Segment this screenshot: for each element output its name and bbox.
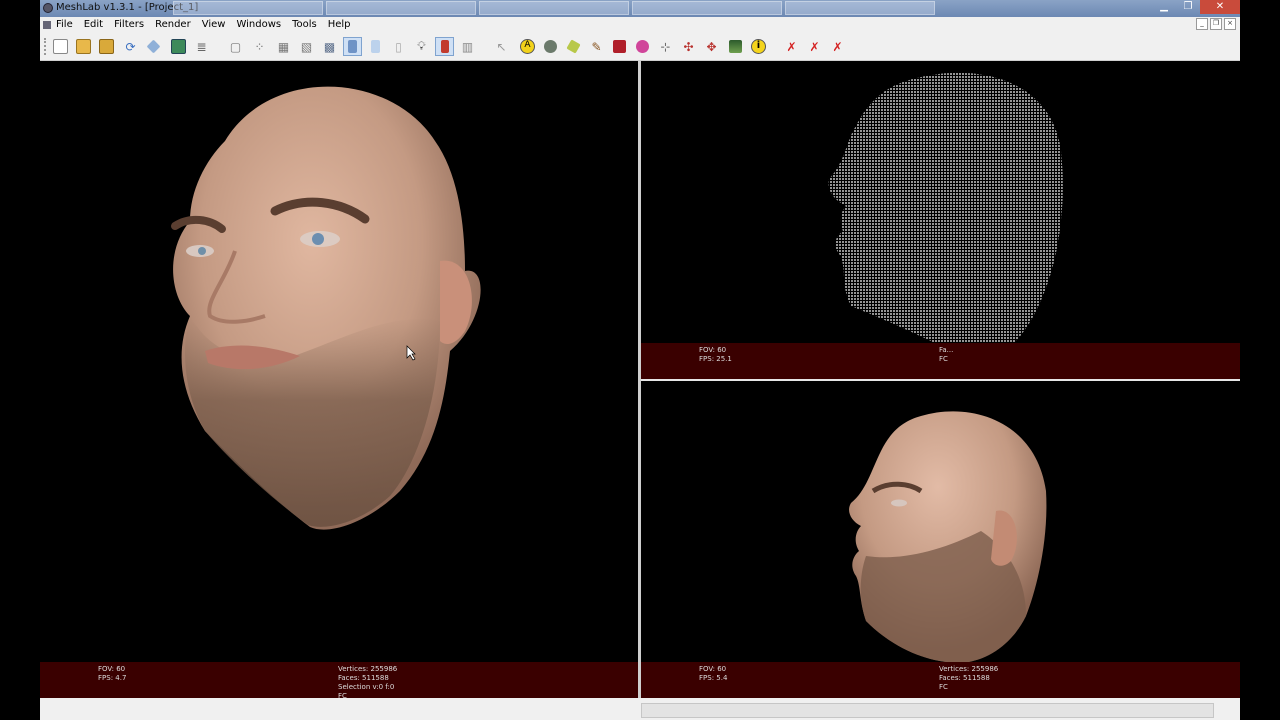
menu-help[interactable]: Help	[328, 19, 351, 30]
fov-readout: FOV: 60	[699, 665, 727, 673]
fps-readout: FPS: 5.4	[699, 674, 728, 682]
mdi-controls: _ ❐ ×	[1196, 18, 1236, 30]
fps-readout: FPS: 25.1	[699, 355, 732, 363]
ghost-tab	[785, 1, 935, 15]
open-project-icon[interactable]	[97, 37, 116, 56]
document-icon	[43, 21, 51, 29]
align-icon[interactable]: ⊹	[656, 37, 675, 56]
point-cloud-info-bar: FOV: 60 FPS: 25.1 Fa... FC	[641, 343, 1240, 379]
fov-readout: FOV: 60	[699, 346, 727, 354]
wireframe-icon[interactable]: ▦	[274, 37, 293, 56]
point-cloud-viewport[interactable]: FOV: 60 FPS: 25.1 Fa... FC	[641, 61, 1240, 379]
ghost-tab	[632, 1, 782, 15]
meshlab-window: MeshLab v1.3.1 - [Project_1] ▁ ❐ ✕ File …	[40, 0, 1240, 720]
brush-icon[interactable]: ✎	[587, 37, 606, 56]
mode-readout: FC	[939, 683, 948, 691]
double-side-icon[interactable]	[435, 37, 454, 56]
import-mesh-icon[interactable]	[144, 37, 163, 56]
menu-file[interactable]: File	[56, 19, 73, 30]
textured-head-mesh	[171, 86, 481, 530]
menu-render[interactable]: Render	[155, 19, 191, 30]
z-paint-icon[interactable]	[633, 37, 652, 56]
delete-vertices-icon[interactable]: ✗	[828, 37, 847, 56]
layers-icon[interactable]: ≣	[192, 37, 211, 56]
flat-icon[interactable]	[343, 37, 362, 56]
point-picker-icon[interactable]: ✥	[702, 37, 721, 56]
manipulator-icon[interactable]: ✣	[679, 37, 698, 56]
side-textured-head	[849, 411, 1047, 663]
selection-readout: Selection v:0 f:0	[338, 683, 395, 691]
texture-icon[interactable]: ▯	[389, 37, 408, 56]
side-view-viewport[interactable]: FOV: 60 FPS: 5.4 Vertices: 255986 Faces:…	[641, 381, 1240, 698]
snapshot-icon[interactable]	[169, 37, 188, 56]
main-view-info-bar: FOV: 60 FPS: 4.7 Vertices: 255986 Faces:…	[40, 662, 638, 698]
back-face-icon[interactable]: ▥	[458, 37, 477, 56]
annotation-icon[interactable]: A	[518, 37, 537, 56]
minimize-icon[interactable]: ▁	[1152, 0, 1176, 14]
measure-icon[interactable]	[541, 37, 560, 56]
mdi-minimize-icon[interactable]: _	[1196, 18, 1208, 30]
iris-left	[198, 247, 206, 255]
horizontal-scrollbar[interactable]	[641, 703, 1214, 718]
vertices-readout: Fa...	[939, 346, 954, 354]
point-cloud-profile	[828, 72, 1063, 361]
light-icon[interactable]: 💡︎	[412, 37, 431, 56]
toolbar-grip	[44, 38, 49, 55]
menu-tools[interactable]: Tools	[292, 19, 317, 30]
title-bar: MeshLab v1.3.1 - [Project_1] ▁ ❐ ✕	[40, 0, 1240, 17]
menu-windows[interactable]: Windows	[236, 19, 281, 30]
paint-icon[interactable]	[564, 37, 583, 56]
delete-selected-icon[interactable]: ✗	[782, 37, 801, 56]
window-controls: ▁ ❐ ✕	[1152, 0, 1240, 15]
main-3d-viewport[interactable]: FOV: 60 FPS: 4.7 Vertices: 255986 Faces:…	[40, 61, 640, 698]
faces-readout: Faces: 511588	[338, 674, 389, 682]
faces-readout: Faces: 511588	[939, 674, 990, 682]
mdi-close-icon[interactable]: ×	[1224, 18, 1236, 30]
taskbar-ghosts	[173, 1, 935, 15]
menu-view[interactable]: View	[202, 19, 226, 30]
fov-readout: FOV: 60	[98, 665, 126, 673]
close-icon[interactable]: ✕	[1200, 0, 1240, 14]
restore-icon[interactable]: ❐	[1176, 0, 1200, 14]
menu-edit[interactable]: Edit	[84, 19, 103, 30]
ghost-tab	[326, 1, 476, 15]
point-cloud-head	[828, 72, 1063, 361]
fps-readout: FPS: 4.7	[98, 674, 127, 682]
menu-filters[interactable]: Filters	[114, 19, 144, 30]
open-folder-icon[interactable]	[74, 37, 93, 56]
select-icon[interactable]: ↖	[492, 37, 511, 56]
mode-readout: FC	[939, 355, 948, 363]
info-icon[interactable]: i	[749, 37, 768, 56]
color-icon[interactable]	[610, 37, 629, 56]
smooth-icon[interactable]	[366, 37, 385, 56]
delete-faces-icon[interactable]: ✗	[805, 37, 824, 56]
menu-bar: File Edit Filters Render View Windows To…	[40, 17, 1240, 33]
texture-map-icon[interactable]	[726, 37, 745, 56]
bounding-box-icon[interactable]: ▢	[226, 37, 245, 56]
points-render-icon[interactable]: ⁘	[250, 37, 269, 56]
vertices-readout: Vertices: 255986	[338, 665, 398, 673]
ghost-tab	[173, 1, 323, 15]
side-view-info-bar: FOV: 60 FPS: 5.4 Vertices: 255986 Faces:…	[641, 662, 1240, 698]
flat-lines-icon[interactable]: ▩	[320, 37, 339, 56]
meshlab-app-icon	[43, 3, 53, 13]
reload-icon[interactable]: ⟳	[121, 37, 140, 56]
vertices-readout: Vertices: 255986	[939, 665, 999, 673]
ghost-tab	[479, 1, 629, 15]
iris-right	[312, 233, 324, 245]
mdi-restore-icon[interactable]: ❐	[1210, 18, 1222, 30]
hidden-lines-icon[interactable]: ▧	[297, 37, 316, 56]
side-eye	[891, 499, 907, 507]
new-file-icon[interactable]	[51, 37, 70, 56]
main-toolbar: ⟳ ≣ ▢ ⁘ ▦ ▧ ▩ ▯ 💡︎ ▥ ↖ A ✎ ⊹ ✣ ✥ i ✗ ✗ ✗	[40, 33, 1240, 61]
